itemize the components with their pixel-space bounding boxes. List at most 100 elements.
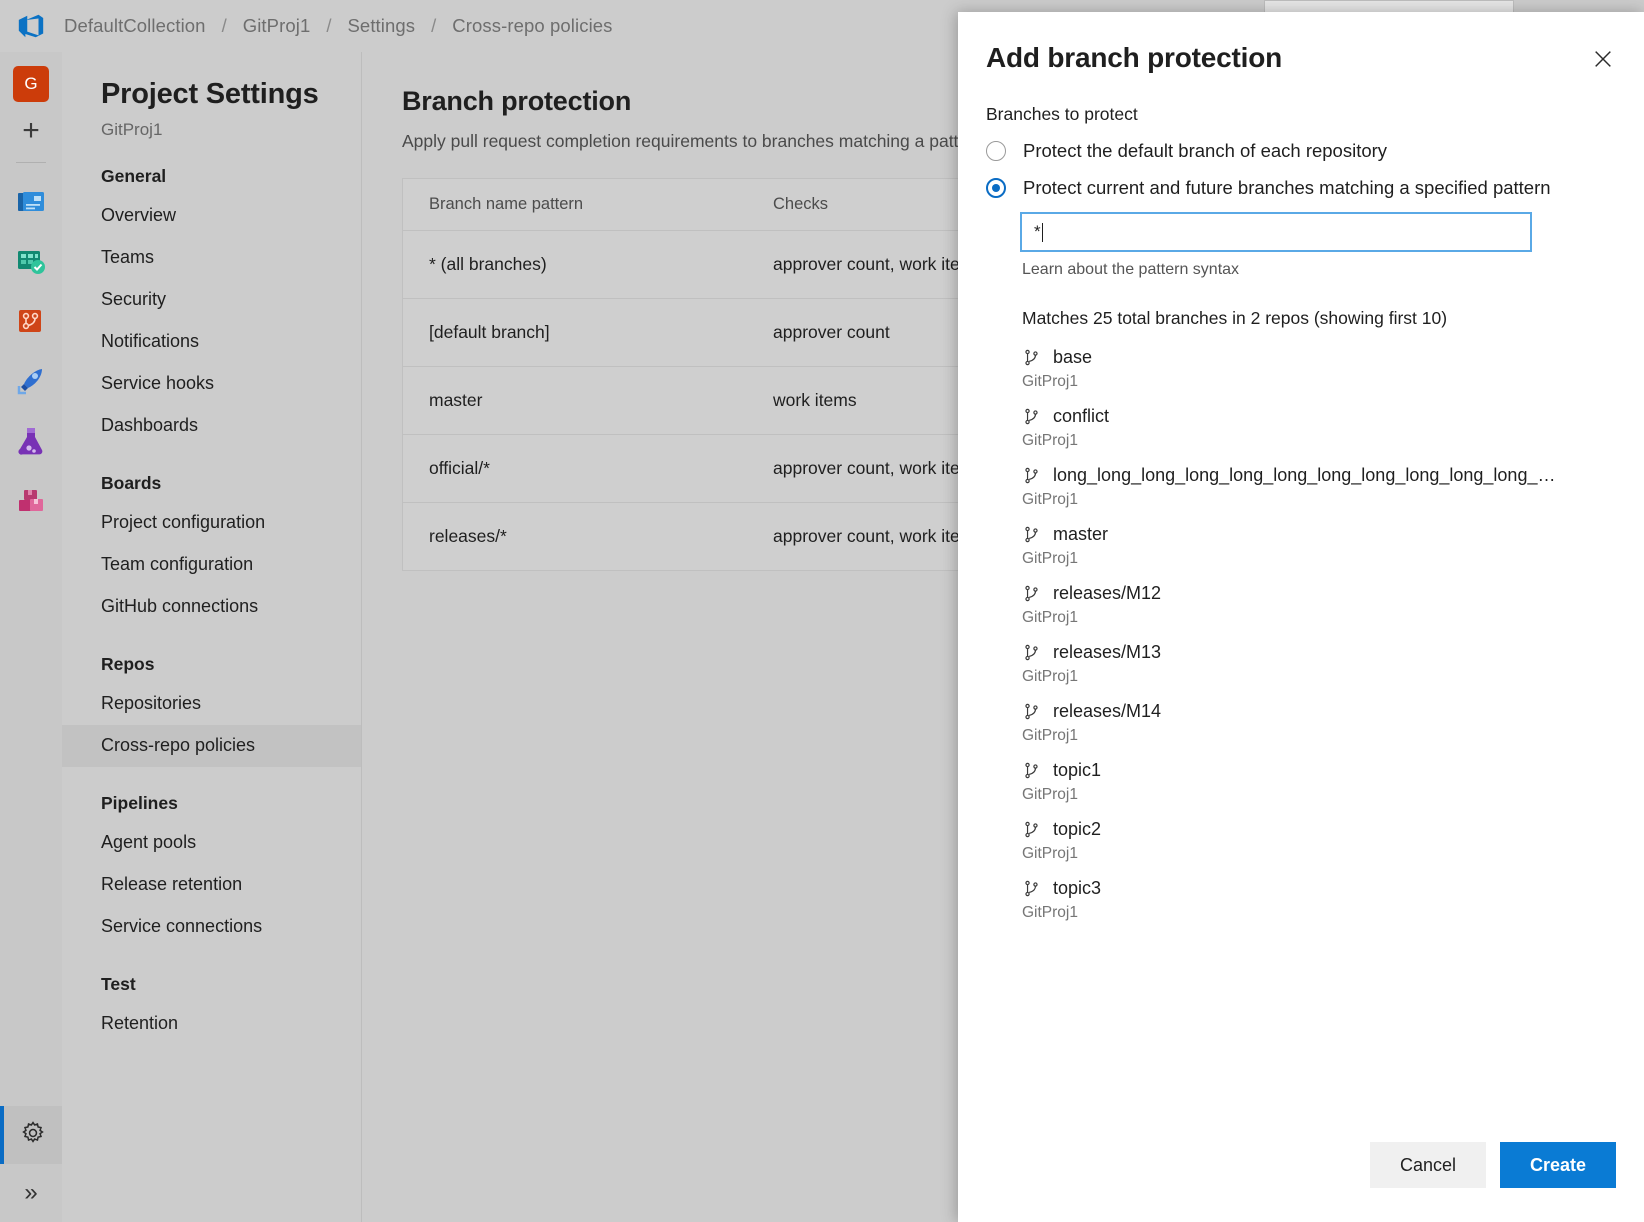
azure-devops-logo[interactable]	[0, 0, 62, 52]
branches-to-protect-label: Branches to protect	[986, 104, 1616, 125]
branch-name: topic1	[1053, 760, 1101, 781]
cell-branch-pattern: releases/*	[403, 526, 747, 547]
branch-repo: GitProj1	[1022, 845, 1616, 863]
dialog-body: Branches to protect Protect the default …	[958, 74, 1644, 1142]
branch-line: conflict	[1022, 406, 1616, 427]
branch-name: topic3	[1053, 878, 1101, 899]
radio-protect-pattern[interactable]: Protect current and future branches matc…	[986, 177, 1616, 199]
sidebar-item-security[interactable]: Security	[62, 279, 361, 321]
radio-label-default-branch: Protect the default branch of each repos…	[1023, 140, 1387, 162]
git-branch-icon	[1022, 584, 1041, 603]
git-branch-icon	[1022, 407, 1041, 426]
branch-name: releases/M13	[1053, 642, 1161, 663]
app-root: DefaultCollection / GitProj1 / Settings …	[0, 0, 1644, 1222]
text-caret	[1042, 223, 1043, 242]
git-branch-icon	[1022, 348, 1041, 367]
list-item: releases/M14 GitProj1	[1022, 701, 1616, 745]
sidebar-item-repositories[interactable]: Repositories	[62, 683, 361, 725]
list-item: master GitProj1	[1022, 524, 1616, 568]
rail-item-test-plans[interactable]	[0, 413, 62, 473]
cancel-button[interactable]: Cancel	[1370, 1142, 1486, 1188]
git-branch-icon	[1022, 761, 1041, 780]
boards-icon	[15, 245, 47, 282]
list-item: base GitProj1	[1022, 347, 1616, 391]
overview-icon	[15, 185, 47, 222]
create-button[interactable]: Create	[1500, 1142, 1616, 1188]
breadcrumb-item-1[interactable]: GitProj1	[241, 15, 313, 37]
branch-pattern-input[interactable]: *	[1020, 212, 1532, 252]
organization-avatar[interactable]: G	[13, 66, 49, 102]
cell-branch-pattern: * (all branches)	[403, 254, 747, 275]
branch-line: long_long_long_long_long_long_long_long_…	[1022, 465, 1616, 486]
radio-icon-unselected	[986, 141, 1006, 161]
sidebar-item-notifications[interactable]: Notifications	[62, 321, 361, 363]
breadcrumb-item-0[interactable]: DefaultCollection	[62, 15, 208, 37]
rail-item-artifacts[interactable]	[0, 473, 62, 533]
branch-name: master	[1053, 524, 1108, 545]
sidebar-item-overview[interactable]: Overview	[62, 195, 361, 237]
rail-item-boards[interactable]	[0, 233, 62, 293]
branch-name: long_long_long_long_long_long_long_long_…	[1053, 465, 1561, 486]
pattern-syntax-link[interactable]: Learn about the pattern syntax	[1022, 261, 1616, 279]
repos-icon	[15, 305, 47, 342]
dialog-header: Add branch protection	[958, 12, 1644, 74]
sidebar-item-github-connections[interactable]: GitHub connections	[62, 586, 361, 628]
sidebar-item-service-hooks[interactable]: Service hooks	[62, 363, 361, 405]
azure-devops-logo-glyph	[16, 11, 46, 41]
dialog-footer: Cancel Create	[958, 1142, 1644, 1222]
rail-item-pipelines[interactable]	[0, 353, 62, 413]
cell-branch-pattern: official/*	[403, 458, 747, 479]
git-branch-icon	[1022, 466, 1041, 485]
list-item: releases/M12 GitProj1	[1022, 583, 1616, 627]
branch-line: base	[1022, 347, 1616, 368]
list-item: topic1 GitProj1	[1022, 760, 1616, 804]
branch-name: topic2	[1053, 819, 1101, 840]
sidebar-item-release-retention[interactable]: Release retention	[62, 864, 361, 906]
nav-group-repos: Repos	[62, 628, 361, 683]
nav-group-test: Test	[62, 948, 361, 1003]
sidebar-item-agent-pools[interactable]: Agent pools	[62, 822, 361, 864]
list-item: long_long_long_long_long_long_long_long_…	[1022, 465, 1616, 509]
sidebar-item-dashboards[interactable]: Dashboards	[62, 405, 361, 447]
pipelines-icon	[15, 365, 47, 402]
column-header-branch-name-pattern: Branch name pattern	[403, 195, 747, 214]
radio-protect-default-branch[interactable]: Protect the default branch of each repos…	[986, 140, 1616, 162]
list-item: releases/M13 GitProj1	[1022, 642, 1616, 686]
sidebar-item-teams[interactable]: Teams	[62, 237, 361, 279]
sidebar-item-team-configuration[interactable]: Team configuration	[62, 544, 361, 586]
breadcrumb: DefaultCollection / GitProj1 / Settings …	[62, 15, 615, 37]
branch-repo: GitProj1	[1022, 904, 1616, 922]
matching-branch-list: base GitProj1 conflict Git	[986, 347, 1616, 922]
nav-group-pipelines: Pipelines	[62, 767, 361, 822]
cell-branch-pattern: master	[403, 390, 747, 411]
branch-repo: GitProj1	[1022, 373, 1616, 391]
nav-group-general: General	[62, 140, 361, 195]
breadcrumb-separator-2: /	[417, 15, 450, 37]
git-branch-icon	[1022, 702, 1041, 721]
close-icon	[1592, 48, 1614, 75]
rail-item-repos[interactable]	[0, 293, 62, 353]
list-item: topic2 GitProj1	[1022, 819, 1616, 863]
create-new-button[interactable]: +	[0, 102, 62, 160]
branch-line: releases/M13	[1022, 642, 1616, 663]
sidebar-item-project-configuration[interactable]: Project configuration	[62, 502, 361, 544]
rail-item-overview[interactable]	[0, 173, 62, 233]
git-branch-icon	[1022, 525, 1041, 544]
close-button[interactable]	[1586, 44, 1620, 78]
branch-line: releases/M14	[1022, 701, 1616, 722]
breadcrumb-item-3[interactable]: Cross-repo policies	[450, 15, 614, 37]
breadcrumb-separator-0: /	[208, 15, 241, 37]
nav-group-boards: Boards	[62, 447, 361, 502]
branch-line: topic1	[1022, 760, 1616, 781]
branch-repo: GitProj1	[1022, 727, 1616, 745]
git-branch-icon	[1022, 643, 1041, 662]
branch-line: master	[1022, 524, 1616, 545]
expand-sidebar-button[interactable]: »	[0, 1164, 62, 1222]
branch-repo: GitProj1	[1022, 432, 1616, 450]
radio-label-pattern: Protect current and future branches matc…	[1023, 177, 1551, 199]
sidebar-item-service-connections[interactable]: Service connections	[62, 906, 361, 948]
sidebar-item-cross-repo-policies[interactable]: Cross-repo policies	[62, 725, 361, 767]
sidebar-item-retention[interactable]: Retention	[62, 1003, 361, 1045]
breadcrumb-item-2[interactable]: Settings	[345, 15, 417, 37]
rail-item-project-settings[interactable]	[0, 1106, 62, 1164]
